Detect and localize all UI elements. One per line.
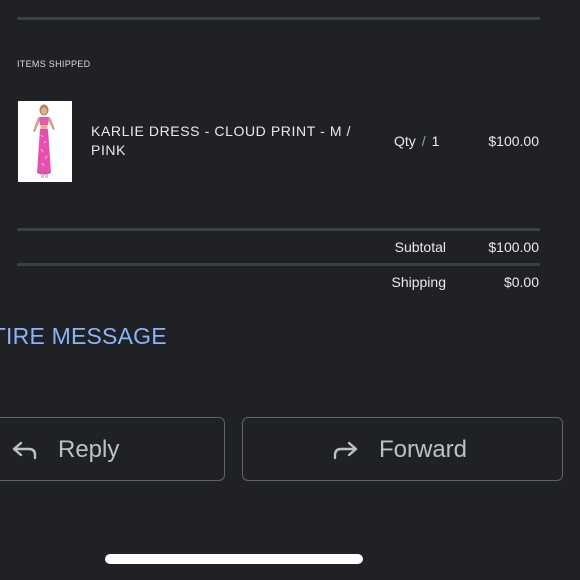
- quantity: Qty / 1: [394, 133, 439, 149]
- view-entire-message-link[interactable]: NTIRE MESSAGE: [0, 323, 167, 350]
- reply-label: Reply: [58, 436, 120, 463]
- summary-divider-middle: [17, 263, 540, 266]
- reply-arrow-icon: [12, 441, 37, 460]
- shipping-label: Shipping: [391, 274, 447, 290]
- qty-separator: /: [421, 133, 426, 149]
- home-indicator[interactable]: [105, 554, 363, 564]
- reply-button[interactable]: Reply: [0, 417, 225, 481]
- forward-button[interactable]: Forward: [242, 417, 563, 481]
- product-thumbnail[interactable]: [18, 101, 72, 182]
- subtotal-label: Subtotal: [394, 239, 446, 255]
- qty-label: Qty: [394, 133, 416, 149]
- top-divider: [17, 17, 540, 20]
- item-price: $100.00: [488, 133, 539, 149]
- forward-arrow-icon: [333, 441, 358, 460]
- qty-value: 1: [431, 133, 440, 149]
- shipping-value: $0.00: [503, 274, 539, 290]
- pink-dress-icon: [18, 101, 72, 182]
- items-shipped-heading: ITEMS SHIPPED: [17, 59, 91, 69]
- forward-label: Forward: [379, 436, 468, 463]
- summary-divider-top: [17, 228, 540, 231]
- product-name: KARLIE DRESS - CLOUD PRINT - M / PINK: [91, 123, 352, 158]
- subtotal-value: $100.00: [488, 239, 539, 255]
